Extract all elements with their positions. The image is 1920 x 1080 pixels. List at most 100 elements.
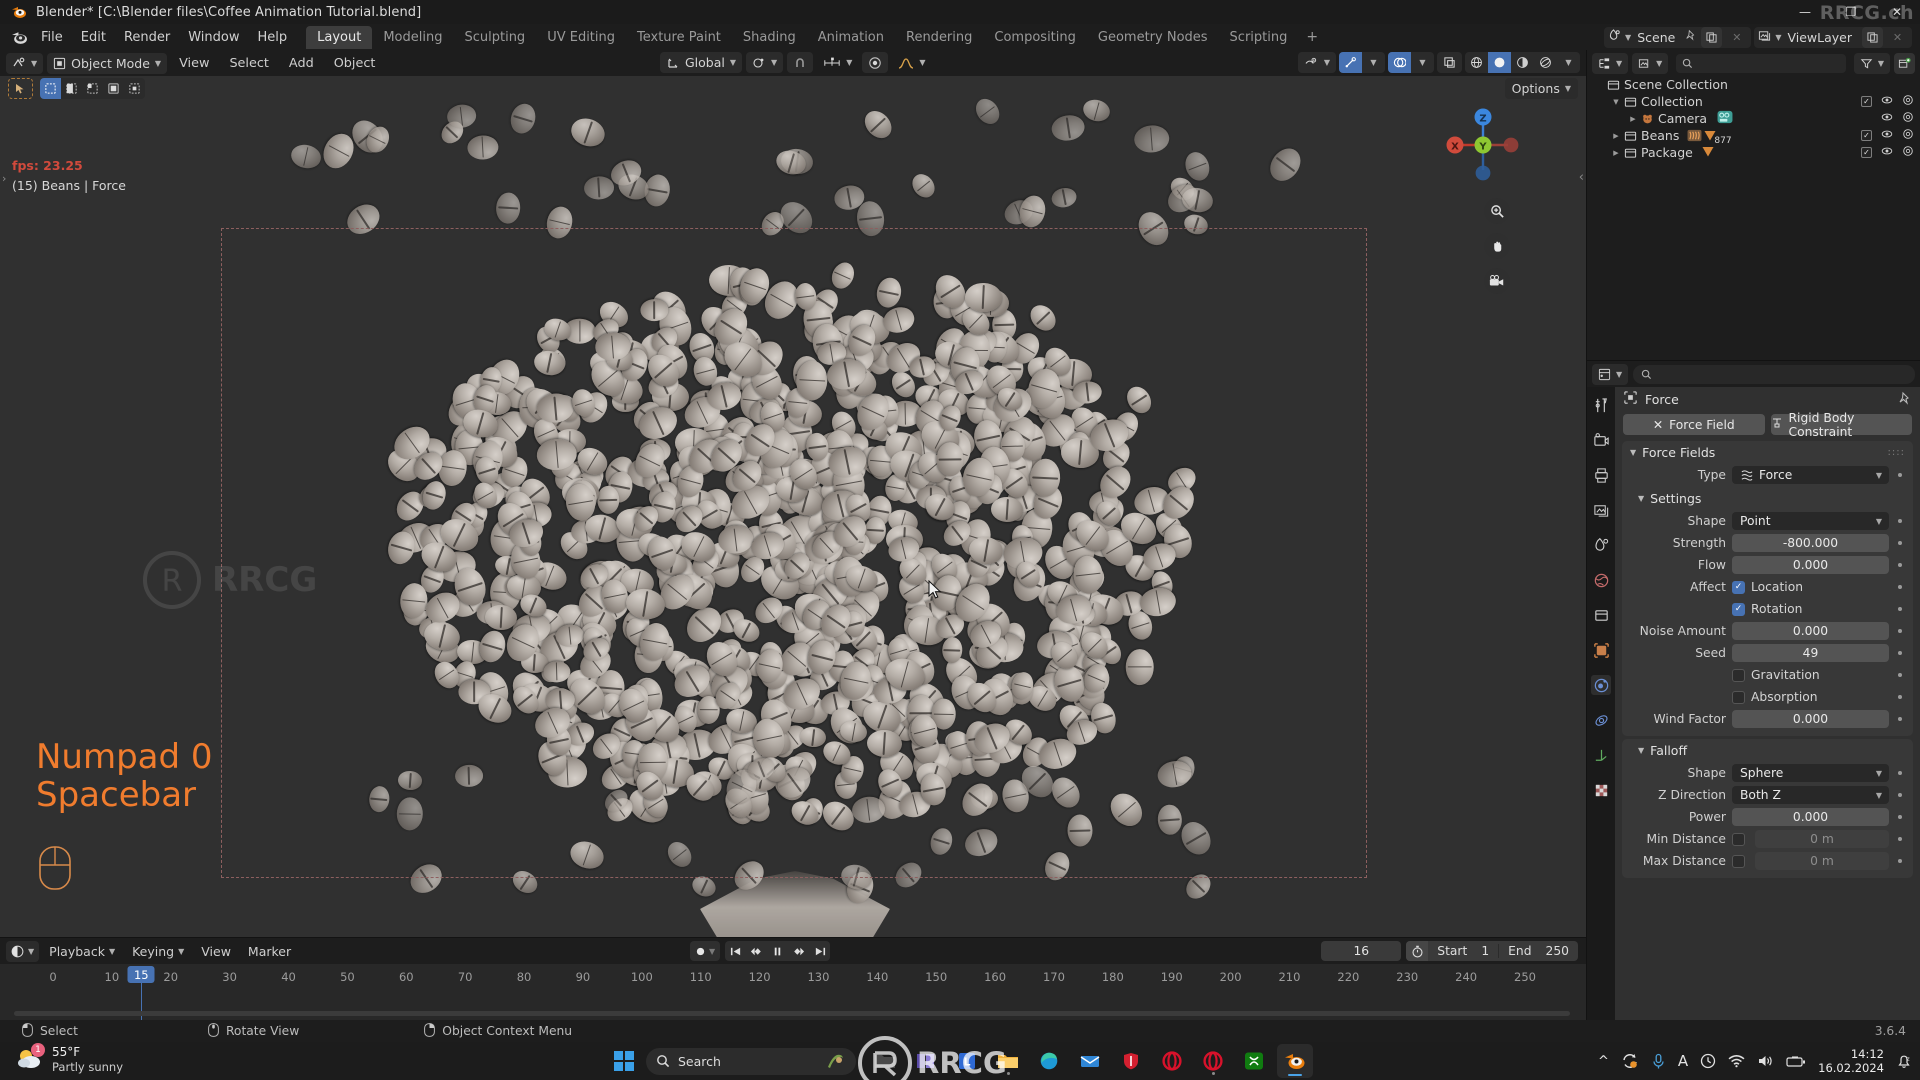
eye-icon[interactable] [1881,145,1893,160]
outliner-editor[interactable]: ▼ ▼ ▼ Scene Collection ▼ Collection ✓ ▶ Camer… [1586,50,1920,360]
outliner-editor-type-button[interactable]: ▼ [1592,52,1629,74]
tab-output-icon[interactable] [1591,465,1611,485]
tray-notifications-icon[interactable]: z [1896,1053,1912,1070]
taskbar-app-opera-2[interactable] [1195,1044,1231,1078]
animate-property-dot-z-direction[interactable] [1895,793,1905,797]
shading-solid-button[interactable] [1488,52,1511,73]
dropdown-z-direction[interactable]: Both Z ▼ [1732,786,1889,804]
checkbox-min-distance[interactable] [1732,832,1745,846]
overlay-options-caret[interactable]: ▼ [1411,52,1434,73]
dropdown-falloff-shape[interactable]: Sphere ▼ [1732,764,1889,782]
outliner-display-mode-button[interactable]: ▼ [1632,52,1669,74]
snap-magnet-toggle[interactable] [787,52,814,73]
animate-property-dot-absorption[interactable] [1895,695,1905,699]
animate-property-dot-noise[interactable] [1895,629,1905,633]
timeline-editor[interactable]: ▼ Playback ▼ Keying ▼ View Marker ▼ 16 S… [0,937,1586,1039]
viewport-options-button[interactable]: Options ▼ [1504,78,1578,99]
checkbox-affect-rotation[interactable]: ✓ Rotation [1732,600,1889,618]
tray-sync-icon[interactable] [1621,1052,1639,1070]
tab-texture-paint[interactable]: Texture Paint [626,26,732,49]
select-intersect-button[interactable] [124,78,145,99]
tab-geometry-nodes[interactable]: Geometry Nodes [1087,26,1219,49]
animate-property-dot-seed[interactable] [1895,651,1905,655]
taskbar-app-explorer-active[interactable] [990,1044,1026,1078]
current-frame-field[interactable]: 16 [1321,941,1402,961]
transform-orientation-selector[interactable]: Global ▼ [660,52,743,73]
outliner-row-scene-collection[interactable]: Scene Collection [1587,76,1920,93]
field-seed[interactable]: 49 [1732,644,1889,662]
auto-keying-toggle[interactable]: ▼ [690,941,721,961]
properties-editor[interactable]: ▼ Force ✕ Force Field Rigid Body Constra… [1586,360,1920,1020]
taskbar-app-office[interactable] [908,1044,944,1078]
timeline-playhead[interactable]: 15 [127,966,155,983]
outliner-checkbox[interactable]: ✓ [1861,96,1872,107]
menu-file[interactable]: File [32,27,72,48]
viewport-sidebar-arrow-icon[interactable]: ‹ [1579,170,1584,185]
tab-scripting[interactable]: Scripting [1219,26,1299,49]
object-mode-selector[interactable]: Object Mode ▼ [47,52,168,74]
tab-sculpting[interactable]: Sculpting [453,26,536,49]
show-overlays-toggle[interactable] [1388,52,1411,73]
tab-modeling[interactable]: Modeling [372,26,453,49]
tab-uv-editing[interactable]: UV Editing [536,26,626,49]
dropdown-type[interactable]: Force ▼ [1732,466,1889,484]
field-strength[interactable]: -800.000 [1732,534,1889,552]
pin-id-icon[interactable] [1898,391,1912,408]
tray-battery-icon[interactable] [1786,1055,1806,1068]
eye-icon[interactable] [1881,94,1893,109]
rigid-body-constraint-button[interactable]: Rigid Body Constraint [1770,411,1912,439]
play-pause-button[interactable] [767,941,788,961]
start-frame-value[interactable]: 1 [1481,944,1489,958]
scene-selector[interactable]: ▼ Scene ✕ [1604,26,1752,48]
field-max-distance[interactable]: 0 m [1755,852,1889,870]
zoom-icon[interactable] [1484,198,1510,224]
navigation-gizmo[interactable]: Z X Y [1440,102,1526,188]
animate-property-dot-falloff-shape[interactable] [1895,771,1905,775]
field-power[interactable]: 0.000 [1732,808,1889,826]
taskbar-app-opera-1[interactable] [1154,1044,1190,1078]
select-invert-button[interactable] [103,78,124,99]
tab-tool-icon[interactable] [1591,395,1611,415]
taskbar-app-l-blue[interactable]: L [949,1044,985,1078]
subpanel-settings-header[interactable]: ▼ Settings [1622,487,1913,509]
menu-edit[interactable]: Edit [72,27,115,48]
field-noise-amount[interactable]: 0.000 [1732,622,1889,640]
outliner-new-collection-button[interactable] [1894,52,1915,74]
outliner-filter-button[interactable]: ▼ [1853,52,1890,74]
stopwatch-icon[interactable] [1406,941,1429,961]
menu-help[interactable]: Help [249,27,297,48]
shading-wireframe-button[interactable] [1465,52,1488,73]
outliner-checkbox[interactable]: ✓ [1861,147,1872,158]
scene-pin-icon[interactable] [1685,29,1697,45]
viewport-menu-object[interactable]: Object [326,53,384,74]
select-extend-button[interactable] [61,78,82,99]
properties-search-input[interactable] [1633,364,1915,384]
tray-volume-icon[interactable] [1757,1054,1774,1068]
panel-force-fields-header[interactable]: ▼ Force Fields :::: [1622,441,1913,463]
gizmo-options-caret[interactable]: ▼ [1362,52,1385,73]
end-frame-value[interactable]: 250 [1546,944,1569,958]
timeline-menu-playback[interactable]: Playback ▼ [42,941,122,962]
tab-viewlayer-icon[interactable] [1591,500,1611,520]
tab-world-icon[interactable] [1591,570,1611,590]
outliner-row-camera[interactable]: ▶ Camera [1587,110,1920,127]
tab-shading[interactable]: Shading [732,26,807,49]
outliner-disclosure-triangle[interactable]: ▼ [1610,98,1622,106]
maximize-button[interactable]: ❐ [1828,0,1874,24]
taskbar-app-fileexplorer[interactable] [867,1044,903,1078]
shading-rendered-button[interactable] [1534,52,1557,73]
tab-render-icon[interactable] [1591,430,1611,450]
select-subtract-button[interactable] [82,78,103,99]
tray-clock-icon[interactable] [1700,1053,1716,1069]
taskbar-weather-widget[interactable]: 1 55°F Partly sunny [14,1043,123,1075]
taskbar-app-xbox[interactable] [1236,1044,1272,1078]
outliner-disclosure-triangle[interactable]: ▶ [1610,132,1622,140]
checkbox-absorption[interactable]: Absorption [1732,688,1889,706]
outliner-row-collection[interactable]: ▼ Collection ✓ [1587,93,1920,110]
eye-icon[interactable] [1881,128,1893,143]
next-keyframe-button[interactable] [788,941,809,961]
animate-property-dot-max-distance[interactable] [1895,859,1905,863]
tab-layout[interactable]: Layout [306,25,373,49]
timeline-menu-marker[interactable]: Marker [241,941,298,962]
outliner-row-package[interactable]: ▶ Package ✓ [1587,144,1920,161]
